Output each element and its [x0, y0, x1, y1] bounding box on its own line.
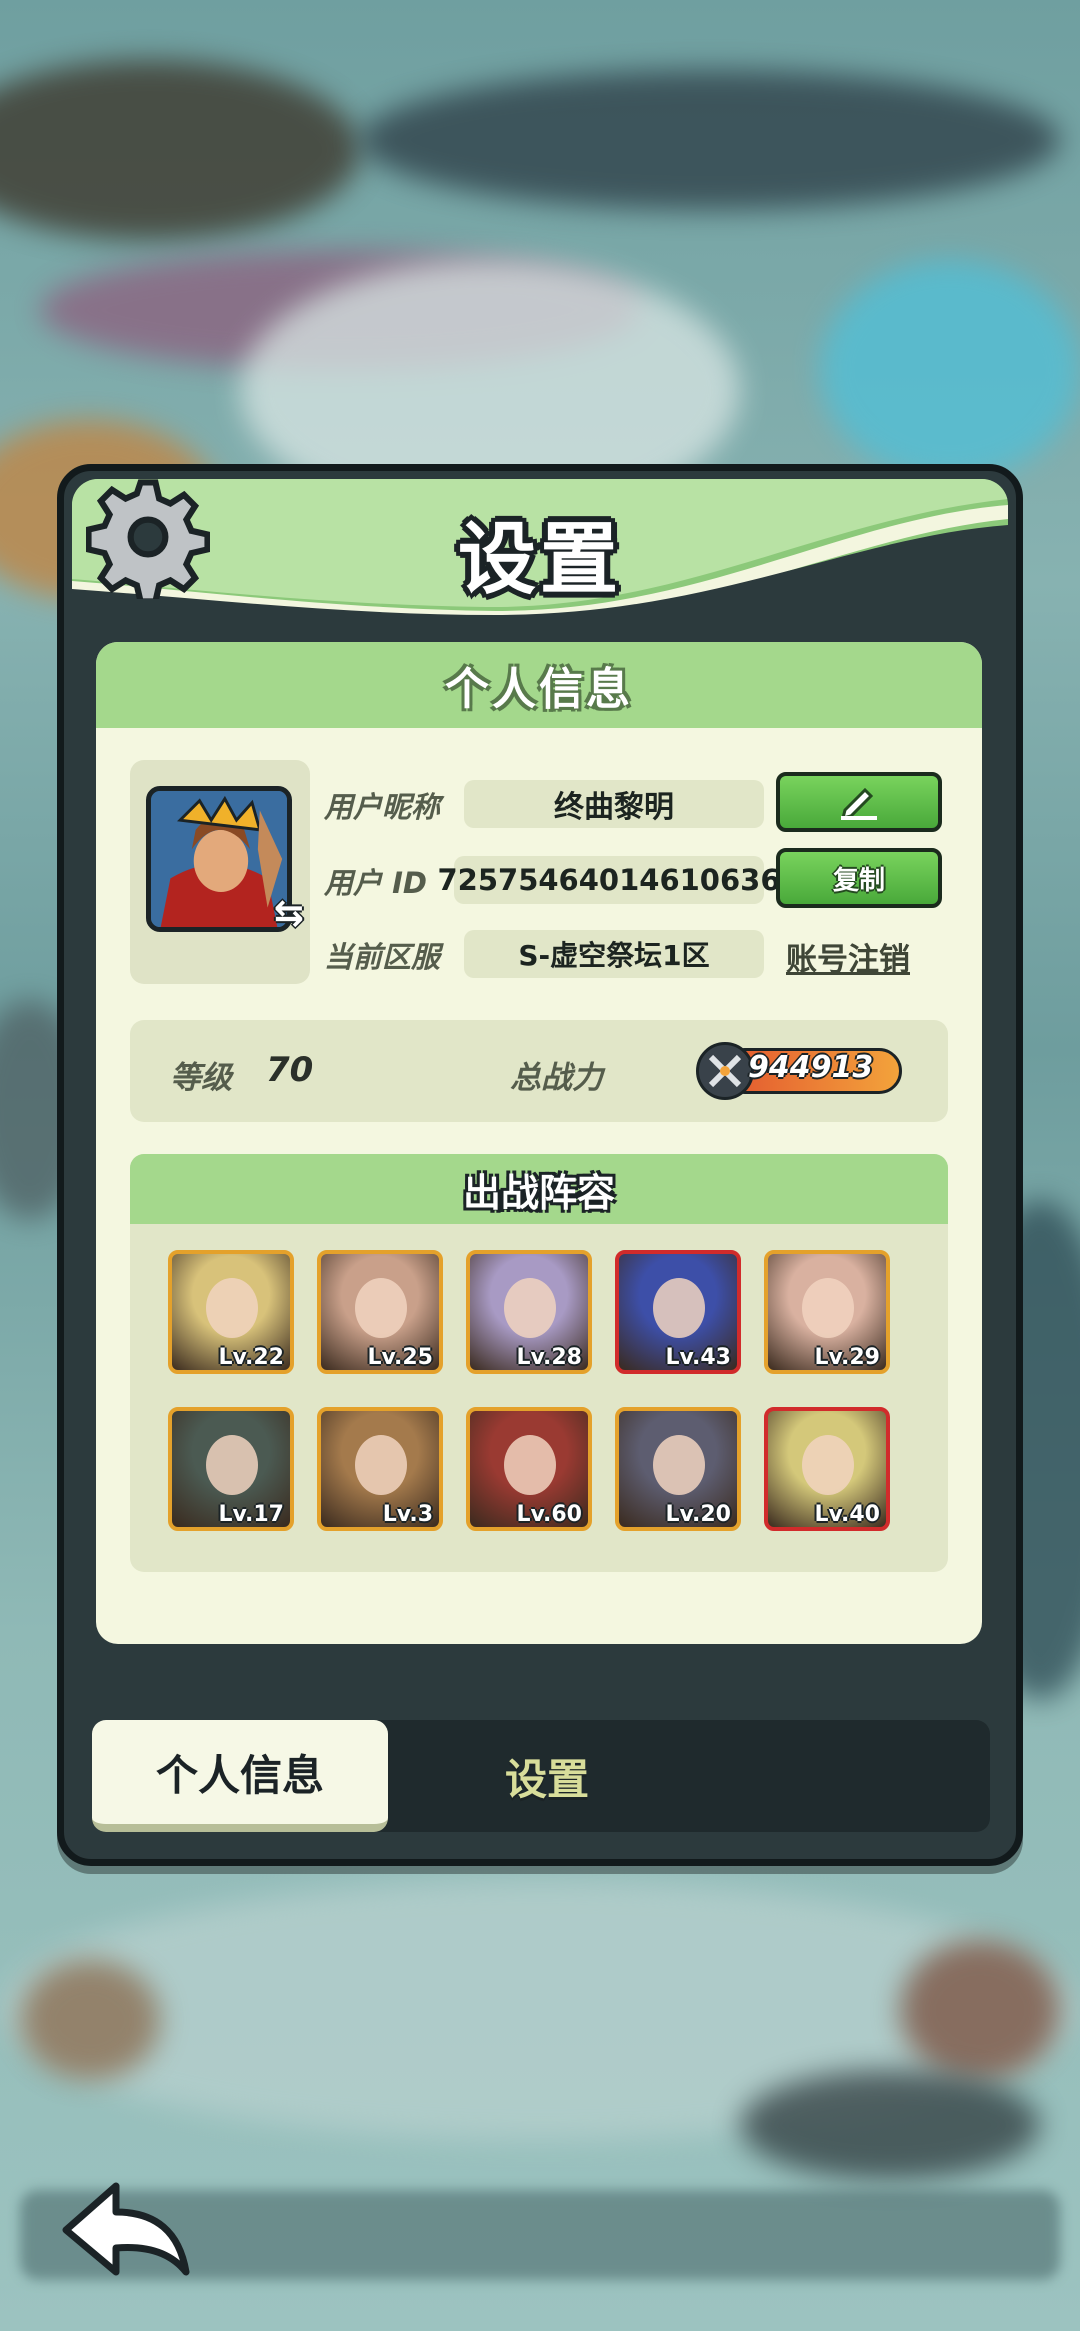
power-swords-icon: [696, 1042, 754, 1100]
copy-id-button[interactable]: 复制: [776, 848, 942, 908]
hero-portrait: [504, 1435, 556, 1495]
battle-team-section: 出战阵容 Lv.22 Lv.25 Lv.28 Lv.43 Lv.29 Lv.17 Lv.3 L…: [130, 1154, 948, 1572]
hero-slot[interactable]: Lv.29: [764, 1250, 890, 1374]
panel-header: 个人信息: [96, 642, 982, 728]
tab-personal-info[interactable]: 个人信息: [92, 1720, 388, 1832]
hero-level: Lv.25: [367, 1345, 433, 1370]
hero-portrait: [504, 1278, 556, 1338]
hero-portrait: [653, 1435, 705, 1495]
dialog-title: 设置: [457, 515, 622, 605]
hero-portrait: [802, 1278, 854, 1338]
hero-slot[interactable]: Lv.17: [168, 1407, 294, 1531]
hero-level: Lv.29: [814, 1345, 880, 1370]
hero-portrait: [206, 1435, 258, 1495]
panel-title: 个人信息: [445, 664, 633, 715]
hero-portrait: [653, 1278, 705, 1338]
dialog-tabs: 个人信息 设置: [92, 1720, 990, 1832]
hero-level: Lv.3: [382, 1502, 433, 1527]
power-label: 总战力: [510, 1060, 603, 1096]
personal-info-panel: 个人信息 ⇆ 用户昵称 终曲黎明 用户 ID 72575464014610636…: [96, 642, 982, 1644]
hero-slot[interactable]: Lv.60: [466, 1407, 592, 1531]
hero-level: Lv.40: [814, 1502, 880, 1527]
hero-portrait: [355, 1278, 407, 1338]
server-label: 当前区服: [324, 940, 441, 974]
gear-icon: [86, 479, 210, 599]
level-label: 等级: [170, 1060, 232, 1096]
tab-settings[interactable]: 设置: [452, 1720, 642, 1832]
user-id-label: 用户 ID: [324, 866, 427, 900]
hero-portrait: [802, 1435, 854, 1495]
total-power-badge: 944913: [696, 1042, 924, 1100]
hero-level: Lv.60: [516, 1502, 582, 1527]
avatar-box: ⇆: [130, 760, 310, 984]
hero-portrait: [206, 1278, 258, 1338]
hero-level: Lv.17: [218, 1502, 284, 1527]
avatar-portrait: [151, 791, 287, 927]
hero-portrait: [355, 1435, 407, 1495]
dialog-header: 设置: [72, 479, 1008, 615]
swap-icon[interactable]: ⇆: [274, 893, 304, 934]
hero-level: Lv.20: [665, 1502, 731, 1527]
hero-level: Lv.28: [516, 1345, 582, 1370]
edit-nickname-button[interactable]: [776, 772, 942, 832]
team-header: 出战阵容: [130, 1154, 948, 1224]
deregister-account-link[interactable]: 账号注销: [786, 934, 910, 979]
hero-slot[interactable]: Lv.28: [466, 1250, 592, 1374]
team-title: 出战阵容: [462, 1170, 615, 1215]
power-value: 944913: [748, 1050, 874, 1085]
back-arrow-icon[interactable]: [56, 2172, 196, 2282]
hero-level: Lv.43: [665, 1345, 731, 1370]
user-id-field: 72575464014610636: [437, 856, 781, 904]
hero-slot[interactable]: Lv.43: [615, 1250, 741, 1374]
avatar[interactable]: [146, 786, 292, 932]
hero-level: Lv.22: [218, 1345, 284, 1370]
hero-slot[interactable]: Lv.22: [168, 1250, 294, 1374]
hero-slot[interactable]: Lv.3: [317, 1407, 443, 1531]
edit-icon: [840, 787, 877, 820]
level-value: 70: [266, 1050, 314, 1090]
nickname-label: 用户昵称: [324, 790, 441, 824]
nickname-field: 终曲黎明: [464, 780, 764, 828]
hero-slot[interactable]: Lv.20: [615, 1407, 741, 1531]
server-field: S-虚空祭坛1区: [464, 930, 764, 978]
hero-slot[interactable]: Lv.25: [317, 1250, 443, 1374]
stats-bar: 等级 70 总战力 944913: [130, 1020, 948, 1122]
hero-slot[interactable]: Lv.40: [764, 1407, 890, 1531]
